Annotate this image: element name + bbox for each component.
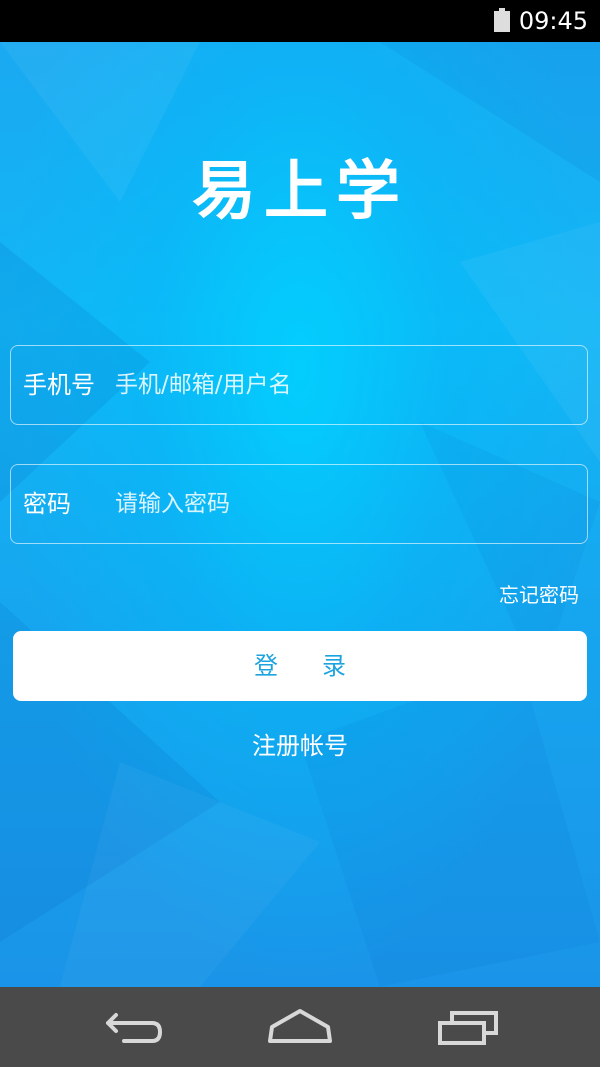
app-logo: 易上学 (192, 155, 408, 229)
password-input[interactable] (115, 465, 555, 543)
password-field[interactable]: 密码 (10, 464, 588, 544)
home-icon[interactable] (260, 1001, 340, 1053)
password-label: 密码 (23, 490, 71, 518)
register-link[interactable]: 注册帐号 (0, 728, 600, 764)
phone-label: 手机号 (23, 371, 95, 399)
login-screen: 09:45 易上学 手机号 密码 忘记密码 登录 注册帐号 (0, 0, 600, 1067)
back-icon[interactable] (94, 1001, 174, 1053)
phone-input[interactable] (115, 346, 555, 424)
login-button[interactable]: 登录 (13, 631, 587, 701)
status-bar: 09:45 (0, 0, 600, 42)
forgot-password-link[interactable]: 忘记密码 (499, 580, 579, 610)
recent-apps-icon[interactable] (428, 1001, 508, 1053)
register-label: 注册帐号 (252, 732, 348, 760)
phone-field[interactable]: 手机号 (10, 345, 588, 425)
battery-icon (494, 8, 510, 32)
status-time: 09:45 (518, 7, 588, 35)
login-panel: 易上学 手机号 密码 忘记密码 登录 注册帐号 (0, 42, 600, 987)
navigation-bar (0, 987, 600, 1067)
